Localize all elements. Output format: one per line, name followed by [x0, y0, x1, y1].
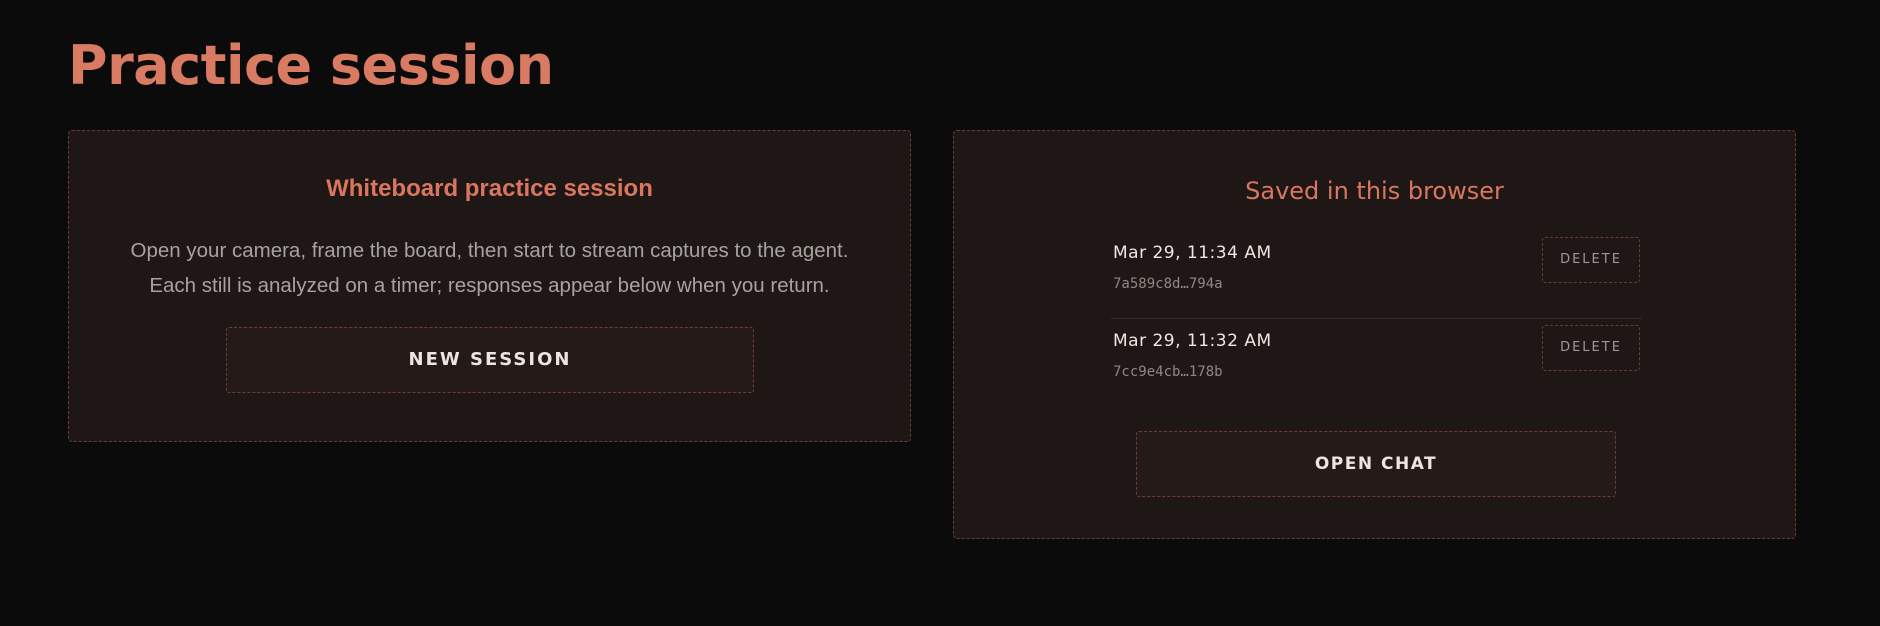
session-id: 7a589c8d…794a — [1113, 276, 1223, 292]
delete-session-button[interactable]: DELETE — [1542, 325, 1640, 371]
session-divider — [1111, 318, 1642, 319]
session-date: Mar 29, 11:32 AM — [1113, 331, 1272, 351]
whiteboard-heading: Whiteboard practice session — [326, 175, 653, 202]
session-item[interactable]: Mar 29, 11:32 AM 7cc9e4cb…178b DELETE — [1111, 325, 1642, 419]
session-id: 7cc9e4cb…178b — [1113, 364, 1223, 380]
saved-sessions-card: Saved in this browser Mar 29, 11:34 AM 7… — [953, 130, 1796, 539]
saved-sessions-heading: Saved in this browser — [1245, 177, 1504, 205]
session-date: Mar 29, 11:34 AM — [1113, 243, 1272, 263]
new-session-button[interactable]: NEW SESSION — [226, 327, 754, 393]
whiteboard-description: Open your camera, frame the board, then … — [69, 233, 910, 303]
description-line-1: Open your camera, frame the board, then … — [130, 239, 849, 262]
whiteboard-card: Whiteboard practice session Open your ca… — [68, 130, 911, 442]
page-title: Practice session — [68, 34, 554, 97]
description-line-2: Each still is analyzed on a timer; respo… — [149, 274, 830, 297]
page: Practice session Whiteboard practice ses… — [0, 0, 1880, 626]
delete-session-button[interactable]: DELETE — [1542, 237, 1640, 283]
open-chat-button[interactable]: OPEN CHAT — [1136, 431, 1616, 497]
